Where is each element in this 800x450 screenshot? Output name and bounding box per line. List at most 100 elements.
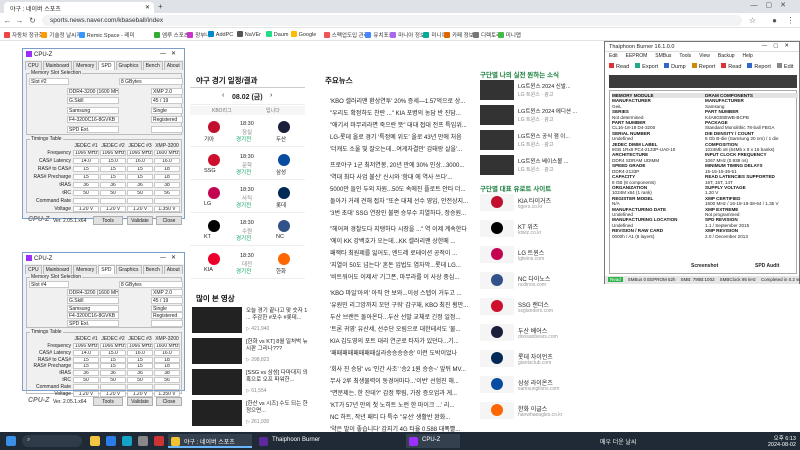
shop-thumbnail[interactable] [480,105,514,125]
app-icon[interactable] [138,436,148,446]
video-thumbnail[interactable] [192,307,242,333]
news-headline[interactable]: 무사 2루 최생물력이 동경어마다...'이번' 선험진 해... [330,376,475,385]
news-headline[interactable]: 5000만 들인 두외 자원...50도 속에진 플로트 안타 더... [330,184,475,193]
news-headline[interactable]: 패잭타 최원제를 잃어도, 엔드레 로테이션 공적이 ... [330,248,475,257]
news-headline[interactable]: '패패패패패패패패실라승승승승승' 이런 도박이었나 [330,348,475,357]
cpuz-tab-bench[interactable]: Bench [142,61,163,70]
bookmark-item[interactable]: 자동차 정규화 [4,31,44,39]
news-headline[interactable]: '유원민 리그앙까지 꼬던 구워' 감구재, KBO 최진 횡만... [330,300,475,309]
thaiphoon-toolbar-button[interactable]: Report [691,63,715,70]
news-headline[interactable]: NC 하트, 작년 패티 다 특수 "유선' 생활반 완화... [330,412,475,421]
news-headline[interactable]: 'KBO 셀러리맨 환상연투' 20% 증세—1.57억으로 상... [330,96,475,105]
bookmark-item[interactable]: 기술정 날씨지 [41,31,81,39]
bookmark-item[interactable]: Google [290,31,316,38]
cpuz-tab-cpu[interactable]: CPU [25,265,42,274]
new-tab-icon[interactable]: + [158,2,163,11]
tab-naver-sports[interactable]: 야구 : 네이버 스포츠 ✕ [4,2,154,13]
shop-item[interactable]: LG트윈스 2024 에디션 ... LG 트윈스 · 광고 [480,105,605,129]
close-button[interactable]: Close [156,216,182,225]
thaiphoon-toolbar-button[interactable]: Read [721,63,741,70]
video-item[interactable]: [한화 vs KT] 8월 일처벅 뉴시판 그리나??? ▷ 298,823 [192,338,312,372]
team-link[interactable]: 두산 베어스 doosanbears.com [480,323,600,343]
clock[interactable]: 오후 6:13 2024-08-02 [760,434,796,448]
news-headline[interactable]: '더캐도 소울 빛 잘오는데...여게자결만' 감태랑 살을'... [330,144,475,153]
team-link[interactable]: NC 다이노스 ncdinos.com [480,271,600,291]
back-icon[interactable]: ← [3,16,12,25]
news-headline[interactable]: '3번 초대' SSG 연장인 불편 승부수 치열하다, 정승원... [330,208,475,217]
video-item[interactable]: 오늘 경기 끝나고 맞 숫자 1 ... 주감한 #포수 #롯데... ▷ 421… [192,307,312,341]
thaiphoon-menu-item[interactable]: Edit [609,53,618,59]
news-headline[interactable]: 돌아가 거래 견해 접자 "또손 대체 선수 영입, 안전상지... [330,196,475,205]
thaiphoon-toolbar-button[interactable]: Report [747,63,771,70]
bookmark-item[interactable]: 카페 정보 [444,31,474,39]
prev-date-icon[interactable]: ‹ [222,92,224,99]
tools-button[interactable]: Tools [93,216,123,225]
team-link[interactable]: 롯데 자이언츠 giantsclub.com [480,349,600,369]
news-headline[interactable]: 'KBO 마일'아의' 아직 안 보와...이성 스텝이 거두고 ... [330,288,475,297]
video-item[interactable]: [한산 vs 시즈] 수도 되는 한 정으면... ▷ 261,930 [192,400,312,434]
reload-icon[interactable]: ↻ [28,16,37,25]
close-icon[interactable]: ✕ [145,4,150,11]
video-item[interactable]: [SSG vs 삼성] 다마대지 의혹으로 오프 파워한... ▷ 61,554 [192,369,312,403]
cpuz-tab-spd[interactable]: SPD [98,265,115,274]
shop-item[interactable]: LG트윈스 공식 잼 이... LG 트윈스 · 광고 [480,130,605,154]
bookmark-item[interactable]: Remic Space - 레미 [78,31,135,39]
screenshot-tab[interactable]: Screenshot [691,263,718,269]
shop-thumbnail[interactable] [480,155,514,175]
bookmark-item[interactable]: NaVEr [236,31,261,38]
edge-icon[interactable] [122,436,132,446]
game-row[interactable]: KIA 18:30 대전 경기전 한화 [190,249,305,279]
close-button[interactable]: Close [156,397,182,406]
game-row[interactable]: 기아 18:30 잠실 경기전 두산 [190,117,305,147]
team-link[interactable]: LG 트윈스 lgtwins.com [480,245,600,265]
cpuz-tab-graphics[interactable]: Graphics [115,61,142,70]
team-link[interactable]: KIA 타이거즈 tigers.co.kr [480,193,600,213]
video-thumbnail[interactable] [192,369,242,395]
bookmark-item[interactable]: 엠루 스포츠 [154,31,189,39]
bookmark-item[interactable]: 마니아 정보 [390,31,425,39]
app-icon[interactable] [154,436,164,446]
bookmark-item[interactable]: 미니맵 [497,31,521,39]
news-headline[interactable]: '비트워어도 이제서' 기그폰, 마무라를 이 사상 중심... [330,272,475,281]
thaiphoon-toolbar-button[interactable]: Read [609,63,629,70]
news-headline[interactable]: '지열이 50도 넘는다' 혼돈 입법도 염자막...롯데 LG... [330,260,475,269]
cpuz-tab-about[interactable]: About [163,265,183,274]
spd-audit-tab[interactable]: SPD Audit [755,263,779,269]
thaiphoon-menu-item[interactable]: SMBus [655,53,671,59]
news-headline[interactable]: "헤어져 경찰도다 지탱하다 시장을 ..." 역 이제 계속한다 [330,224,475,233]
thaiphoon-window[interactable]: Thaiphoon Burner 16.1.0.0 —▢✕ Edit EEPROM… [604,41,800,284]
news-headline[interactable]: LG-롯데 올로 경기 '특정예 위도' 올로 43년 만에 처음 [330,132,475,141]
team-link[interactable]: SSG 랜더스 ssglanders.com [480,297,600,317]
taskbar-app-thaiphoon[interactable]: Thaiphoon Burner [256,434,324,448]
cpuz-tab-graphics[interactable]: Graphics [115,265,142,274]
news-headline[interactable]: '역대 최다 사업 불신' 신시와 '함대 에 역사 쓰다'... [330,172,475,181]
news-headline[interactable]: '트론 귀영' 유산세, 선수단 오림으로 대한테서도 '물... [330,324,475,333]
news-headline[interactable]: "면문제는, 한 잔데?" 감정 뿌림, 가장 증오업과 게... [330,388,475,397]
cpuz-slot-select[interactable]: Slot #4 [29,281,69,288]
file-explorer-icon[interactable] [90,436,100,446]
forward-icon[interactable]: → [15,16,24,25]
game-row[interactable]: KT 18:30 수원 경기전 NC [190,216,305,246]
bookmark-item[interactable]: Daum [265,31,288,38]
shop-item[interactable]: LG트윈스 2024 신발... LG 트윈스 · 광고 [480,80,605,104]
game-row[interactable]: LG 18:30 사직 경기전 롯데 [190,183,305,213]
star-icon[interactable]: ☆ [748,16,757,25]
thaiphoon-menu-item[interactable]: Tools [679,53,691,59]
team-link[interactable]: 삼성 라이온즈 samsunglions.com [480,375,600,395]
news-headline[interactable]: 두산 브랜든 돌아온다...두산 선발 교체로 긴정 일정... [330,312,475,321]
windows-start-icon[interactable] [6,436,16,446]
validate-button[interactable]: Validate [127,397,153,406]
window-controls[interactable]: —▢✕ [751,1,794,9]
thaiphoon-menu-item[interactable]: Backup [718,53,735,59]
shop-item[interactable]: LG트윈스 베이스볼 ... LG 트윈스 · 광고 [480,155,605,179]
news-headline[interactable]: "우리도 확정하도 찬란 ..." KIA 포병의 농담 반 진담... [330,108,475,117]
thaiphoon-menu-item[interactable]: EEPROM [626,53,648,59]
news-headline[interactable]: 'KT가 57년 만의 첫 노히트 노런 한 마이크 ...' 리... [330,400,475,409]
bookmark-item[interactable]: AddPC [207,31,233,38]
team-link[interactable]: 한화 이글스 hanwhaeagles.co.kr [480,401,600,421]
menu-icon[interactable]: ⋮ [786,16,795,25]
cpuz-slot-select[interactable]: Slot #2 [29,78,69,85]
thaiphoon-toolbar-button[interactable]: Export [635,63,658,70]
cpuz-window-1[interactable]: CPU-Z —✕ CPU Mainboard Memory SPD Graphics Benc… [22,48,185,225]
cpuz-tab-memory[interactable]: Memory [73,61,98,70]
